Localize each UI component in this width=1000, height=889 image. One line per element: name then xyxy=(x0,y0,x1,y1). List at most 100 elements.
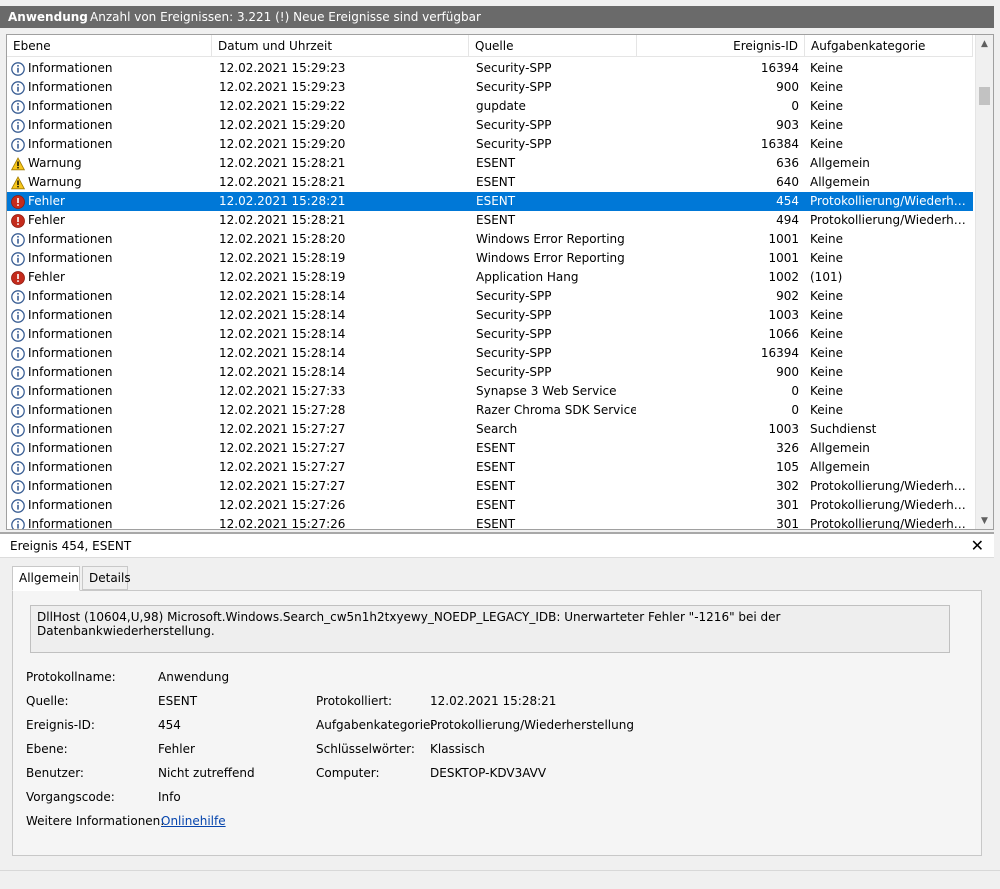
cell-level: Fehler xyxy=(11,268,211,287)
cell-event-id: 0 xyxy=(791,99,799,113)
table-row[interactable]: Informationen 12.02.2021 15:27:27 ESENT 302… xyxy=(7,477,973,496)
table-row[interactable]: Informationen 12.02.2021 15:28:19 Windows … xyxy=(7,249,973,268)
cell-level: Informationen xyxy=(11,249,211,268)
column-header-task-category[interactable]: Aufgabenkategorie xyxy=(805,35,973,57)
cell-task-category: Protokollierung/Wiederhers... xyxy=(810,213,972,227)
cell-source: ESENT xyxy=(476,517,516,530)
cell-source: Windows Error Reporting xyxy=(476,251,625,265)
level-text: Fehler xyxy=(28,194,65,208)
scroll-up-icon[interactable]: ▲ xyxy=(976,35,993,52)
column-header-source[interactable]: Quelle xyxy=(469,35,637,57)
info-icon xyxy=(11,346,25,361)
table-row-selected[interactable]: Fehler 12.02.2021 15:28:21 ESENT 454 Protoko… xyxy=(7,192,973,211)
cell-level: Informationen xyxy=(11,439,211,458)
cell-source: Security-SPP xyxy=(476,308,552,322)
cell-level: Informationen xyxy=(11,477,211,496)
info-icon xyxy=(11,422,25,437)
tab-general[interactable]: Allgemein xyxy=(12,566,80,591)
table-row[interactable]: Informationen 12.02.2021 15:28:20 Windows … xyxy=(7,230,973,249)
event-message[interactable]: DllHost (10604,U,98) Microsoft.Windows.S… xyxy=(30,605,950,653)
cell-level: Warnung xyxy=(11,154,211,173)
cell-date: 12.02.2021 15:29:20 xyxy=(219,137,346,151)
cell-source: Search xyxy=(476,422,518,436)
table-row[interactable]: Informationen 12.02.2021 15:27:27 ESENT 326… xyxy=(7,439,973,458)
info-icon xyxy=(11,289,25,304)
cell-date: 12.02.2021 15:28:21 xyxy=(219,194,346,208)
close-icon[interactable]: ✕ xyxy=(971,536,984,555)
cell-level: Informationen xyxy=(11,344,211,363)
cell-event-id: 900 xyxy=(776,80,799,94)
error-icon xyxy=(11,213,25,228)
cell-source: ESENT xyxy=(476,175,516,189)
column-header-date[interactable]: Datum und Uhrzeit xyxy=(212,35,469,57)
column-header-level[interactable]: Ebene xyxy=(7,35,212,57)
column-header-event-id[interactable]: Ereignis-ID xyxy=(637,35,805,57)
cell-source: Windows Error Reporting xyxy=(476,232,625,246)
cell-date: 12.02.2021 15:28:14 xyxy=(219,289,346,303)
table-row[interactable]: Informationen 12.02.2021 15:29:23 Security… xyxy=(7,59,973,78)
cell-event-id: 16384 xyxy=(760,137,799,151)
cell-event-id: 16394 xyxy=(760,61,799,75)
logged-value: 12.02.2021 15:28:21 xyxy=(430,694,557,708)
cell-task-category: Protokollierung/Wiederhers... xyxy=(810,194,972,208)
table-row[interactable]: Informationen 12.02.2021 15:29:23 Security… xyxy=(7,78,973,97)
tab-details[interactable]: Details xyxy=(82,566,131,590)
cell-source: Synapse 3 Web Service xyxy=(476,384,617,398)
cell-date: 12.02.2021 15:28:19 xyxy=(219,251,346,265)
cell-task-category: Suchdienst xyxy=(810,422,877,436)
cell-event-id: 0 xyxy=(791,384,799,398)
online-help-link[interactable]: Onlinehilfe xyxy=(161,814,226,828)
cell-task-category: Protokollierung/Wiederhers... xyxy=(810,479,972,493)
info-icon xyxy=(11,99,25,114)
cell-level: Fehler xyxy=(11,192,211,211)
cell-source: Security-SPP xyxy=(476,346,552,360)
cell-date: 12.02.2021 15:27:26 xyxy=(219,498,346,512)
table-row[interactable]: Informationen 12.02.2021 15:27:28 Razer Ch… xyxy=(7,401,973,420)
cell-event-id: 326 xyxy=(776,441,799,455)
table-row[interactable]: Informationen 12.02.2021 15:27:33 Synapse … xyxy=(7,382,973,401)
table-row[interactable]: Informationen 12.02.2021 15:27:27 ESENT 105… xyxy=(7,458,973,477)
cell-date: 12.02.2021 15:27:27 xyxy=(219,422,346,436)
table-row[interactable]: Informationen 12.02.2021 15:28:14 Security… xyxy=(7,325,973,344)
table-row[interactable]: Informationen 12.02.2021 15:27:26 ESENT 301… xyxy=(7,496,973,515)
table-row[interactable]: Fehler 12.02.2021 15:28:19 Application Han… xyxy=(7,268,973,287)
cell-date: 12.02.2021 15:27:27 xyxy=(219,441,346,455)
table-row[interactable]: Informationen 12.02.2021 15:29:20 Security… xyxy=(7,135,973,154)
table-row[interactable]: Warnung 12.02.2021 15:28:21 ESENT 636 Allgem… xyxy=(7,154,973,173)
event-list[interactable]: Ebene Datum und Uhrzeit Quelle Ereignis-… xyxy=(6,34,994,530)
general-tab-body: DllHost (10604,U,98) Microsoft.Windows.S… xyxy=(12,590,982,856)
table-row[interactable]: Informationen 12.02.2021 15:28:14 Security… xyxy=(7,287,973,306)
info-icon xyxy=(11,137,25,152)
cell-event-id: 301 xyxy=(776,517,799,530)
cell-event-id: 16394 xyxy=(760,346,799,360)
cell-date: 12.02.2021 15:27:26 xyxy=(219,517,346,530)
table-row[interactable]: Informationen 12.02.2021 15:29:22 gupdate 0… xyxy=(7,97,973,116)
cell-task-category: Keine xyxy=(810,346,843,360)
cell-source: Security-SPP xyxy=(476,80,552,94)
table-row[interactable]: Warnung 12.02.2021 15:28:21 ESENT 640 Allgem… xyxy=(7,173,973,192)
cell-level: Informationen xyxy=(11,116,211,135)
cell-date: 12.02.2021 15:28:21 xyxy=(219,156,346,170)
table-row[interactable]: Informationen 12.02.2021 15:28:14 Security… xyxy=(7,344,973,363)
cell-source: Security-SPP xyxy=(476,137,552,151)
cell-date: 12.02.2021 15:27:27 xyxy=(219,479,346,493)
cell-level: Informationen xyxy=(11,515,211,529)
scroll-thumb[interactable] xyxy=(979,87,990,105)
cell-task-category: Allgemein xyxy=(810,460,870,474)
source-label: Quelle: xyxy=(26,694,69,708)
list-scrollbar[interactable]: ▲ ▼ xyxy=(975,35,993,529)
level-text: Warnung xyxy=(28,156,82,170)
table-row[interactable]: Fehler 12.02.2021 15:28:21 ESENT 494 Protoko… xyxy=(7,211,973,230)
table-row[interactable]: Informationen 12.02.2021 15:29:20 Security… xyxy=(7,116,973,135)
cell-source: ESENT xyxy=(476,194,516,208)
detail-title: Ereignis 454, ESENT xyxy=(10,539,132,553)
table-row[interactable]: Informationen 12.02.2021 15:27:27 Search 10… xyxy=(7,420,973,439)
table-row[interactable]: Informationen 12.02.2021 15:28:14 Security… xyxy=(7,363,973,382)
table-row[interactable]: Informationen 12.02.2021 15:28:14 Security… xyxy=(7,306,973,325)
cell-event-id: 1002 xyxy=(768,270,799,284)
cell-date: 12.02.2021 15:29:23 xyxy=(219,80,346,94)
scroll-down-icon[interactable]: ▼ xyxy=(976,512,993,529)
table-row[interactable]: Informationen 12.02.2021 15:27:26 ESENT 301… xyxy=(7,515,973,530)
cell-task-category: Protokollierung/Wiederhers... xyxy=(810,498,972,512)
cell-level: Informationen xyxy=(11,496,211,515)
